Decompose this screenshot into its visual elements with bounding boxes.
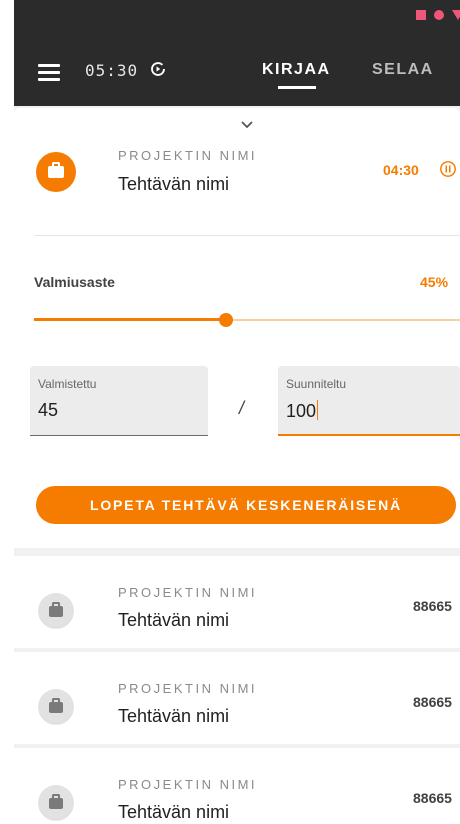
active-task-card: PROJEKTIN NIMI Tehtävän nimi 04:30 Valmi… — [14, 108, 460, 548]
list-item[interactable]: PROJEKTIN NIMI Tehtävän nimi 88665 — [14, 652, 460, 744]
completed-quantity-value: 45 — [38, 400, 59, 420]
briefcase-icon — [38, 689, 74, 725]
list-task-number: 88665 — [413, 598, 452, 614]
tab-selaa[interactable]: SELAA — [372, 61, 434, 79]
header-timer: 05:30 — [85, 61, 139, 80]
progress-label: Valmiusaste — [34, 274, 115, 290]
app-screen: 05:30 KIRJAA SELAA PROJEKTIN NIMI Tehtäv… — [14, 0, 460, 824]
planned-quantity-input[interactable]: 100 — [286, 400, 319, 422]
play-circle-icon[interactable] — [149, 60, 167, 78]
completed-quantity-field[interactable]: Valmistettu 45 — [30, 366, 208, 436]
planned-quantity-value: 100 — [286, 401, 317, 421]
menu-icon[interactable] — [38, 64, 60, 81]
progress-value: 45% — [420, 274, 449, 290]
briefcase-icon — [38, 593, 74, 629]
list-task-name: Tehtävän nimi — [118, 706, 230, 726]
circle-icon — [434, 10, 444, 20]
tab-kirjaa[interactable]: KIRJAA — [262, 61, 331, 79]
divider — [34, 235, 460, 236]
app-bar: 05:30 KIRJAA SELAA — [14, 38, 460, 106]
chevron-down-icon[interactable] — [240, 120, 254, 130]
planned-quantity-label: Suunniteltu — [286, 377, 347, 391]
project-name: PROJEKTIN NIMI — [118, 148, 258, 163]
quantity-separator: / — [239, 398, 245, 418]
briefcase-icon — [36, 152, 76, 192]
list-project-name: PROJEKTIN NIMI — [118, 681, 258, 696]
list-task-number: 88665 — [413, 790, 452, 806]
list-task-number: 88665 — [413, 694, 452, 710]
list-item[interactable]: PROJEKTIN NIMI Tehtävän nimi 88665 — [14, 748, 460, 824]
text-caret — [317, 400, 319, 420]
pause-circle-icon[interactable] — [439, 160, 457, 178]
square-icon — [416, 10, 426, 20]
task-name: Tehtävän nimi — [118, 174, 230, 194]
list-project-name: PROJEKTIN NIMI — [118, 777, 258, 792]
finish-incomplete-button[interactable]: LOPETA TEHTÄVÄ KESKENERÄISENÄ — [36, 486, 456, 524]
status-bar — [14, 0, 460, 38]
status-icons — [416, 10, 460, 20]
list-task-name: Tehtävän nimi — [118, 610, 230, 630]
briefcase-icon — [38, 785, 74, 821]
slider-fill — [34, 318, 226, 321]
list-item[interactable]: PROJEKTIN NIMI Tehtävän nimi 88665 — [14, 556, 460, 648]
list-task-name: Tehtävän nimi — [118, 802, 230, 822]
completed-quantity-label: Valmistettu — [38, 377, 97, 391]
slider-thumb[interactable] — [218, 313, 233, 327]
active-tab-indicator — [278, 86, 316, 89]
progress-slider[interactable] — [34, 308, 460, 332]
planned-quantity-field[interactable]: Suunniteltu 100 — [278, 366, 460, 436]
triangle-icon — [452, 10, 460, 20]
task-elapsed-time: 04:30 — [383, 162, 419, 178]
list-project-name: PROJEKTIN NIMI — [118, 585, 258, 600]
